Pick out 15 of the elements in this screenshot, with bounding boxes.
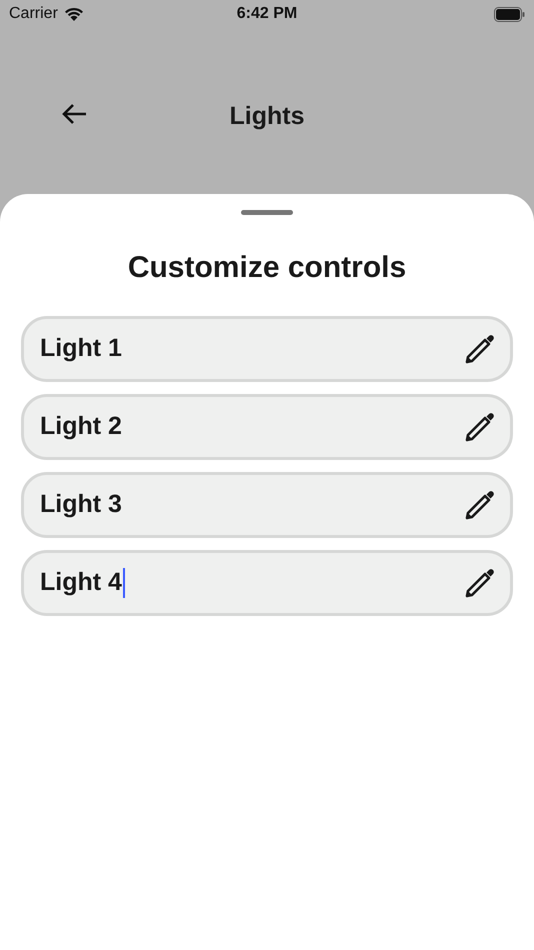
name-field[interactable]: Light 3 [21,472,513,538]
name-field[interactable]: Light 2 [21,394,513,460]
screen-title: Lights [230,101,304,132]
pencil-icon[interactable] [464,333,496,365]
name-field[interactable]: Light 1 [21,316,513,382]
carrier-label: Carrier [9,4,58,24]
back-arrow-icon [60,102,88,126]
pencil-icon[interactable] [464,567,496,599]
wifi-icon [64,7,84,21]
status-time: 6:42 PM [236,4,298,24]
name-field[interactable]: Light 4 [21,550,513,616]
pencil-icon[interactable] [464,489,496,521]
battery-icon [494,6,525,22]
sheet-title: Customize controls [128,250,406,286]
pencil-icon[interactable] [464,411,496,443]
